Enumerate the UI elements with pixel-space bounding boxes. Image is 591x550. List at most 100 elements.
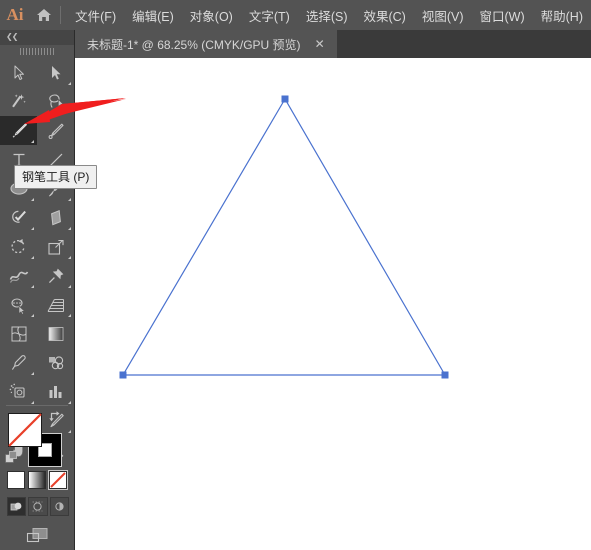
lasso-icon bbox=[49, 94, 65, 109]
perspective-grid-icon bbox=[47, 298, 64, 312]
tool-group-corner-icon bbox=[68, 198, 71, 201]
color-mode-button[interactable] bbox=[7, 471, 25, 489]
anchor-point-bottom-right[interactable] bbox=[441, 371, 449, 379]
anchor-point-top[interactable] bbox=[281, 95, 289, 103]
scale-tool[interactable] bbox=[37, 232, 74, 261]
free-transform-tool[interactable] bbox=[37, 261, 74, 290]
curvature-pen-icon bbox=[48, 123, 64, 139]
collapse-panel-button[interactable]: ❮❮ bbox=[0, 30, 74, 45]
rotate-tool[interactable] bbox=[0, 232, 37, 261]
grip-dots-icon bbox=[20, 48, 54, 55]
illustrator-window: Ai 文件(F) 编辑(E) 对象(O) 文字(T) 选择(S) 效果(C) 视… bbox=[0, 0, 591, 550]
draw-normal-icon bbox=[10, 502, 22, 511]
mesh-icon bbox=[11, 326, 26, 341]
bar-chart-icon bbox=[49, 385, 61, 398]
tool-row bbox=[0, 348, 74, 377]
shape-builder-icon bbox=[10, 298, 25, 315]
selection-tool[interactable] bbox=[0, 58, 37, 87]
shaper-tool[interactable] bbox=[0, 203, 37, 232]
app-logo-text: Ai bbox=[6, 5, 24, 24]
symbol-sprayer-tool[interactable] bbox=[0, 377, 37, 406]
close-icon[interactable]: ✕ bbox=[315, 30, 325, 58]
tool-row bbox=[0, 319, 74, 348]
tool-grid bbox=[0, 58, 74, 464]
tool-tooltip: 钢笔工具 (P) bbox=[14, 165, 98, 189]
tool-row bbox=[0, 203, 74, 232]
menu-object[interactable]: 对象(O) bbox=[182, 0, 241, 30]
tool-group-corner-icon bbox=[31, 140, 34, 143]
eyedropper-tool[interactable] bbox=[0, 348, 37, 377]
menu-edit[interactable]: 编辑(E) bbox=[124, 0, 182, 30]
panel-drag-handle[interactable] bbox=[0, 45, 74, 58]
menu-help[interactable]: 帮助(H) bbox=[533, 0, 591, 30]
menu-view[interactable]: 视图(V) bbox=[414, 0, 472, 30]
tool-row bbox=[0, 87, 74, 116]
perspective-grid-tool[interactable] bbox=[37, 290, 74, 319]
tool-group-corner-icon bbox=[68, 82, 71, 85]
tool-group-corner-icon bbox=[68, 401, 71, 404]
draw-inside-button[interactable] bbox=[49, 497, 69, 516]
scale-icon bbox=[47, 239, 64, 255]
menu-type[interactable]: 文字(T) bbox=[241, 0, 298, 30]
eraser-tool[interactable] bbox=[37, 203, 74, 232]
swap-fill-stroke-icon[interactable] bbox=[48, 409, 62, 423]
menu-item-list: 文件(F) 编辑(E) 对象(O) 文字(T) 选择(S) 效果(C) 视图(V… bbox=[67, 0, 591, 30]
tool-row bbox=[0, 232, 74, 261]
home-button[interactable] bbox=[30, 0, 58, 30]
gradient-tool[interactable] bbox=[37, 319, 74, 348]
divider bbox=[6, 405, 68, 406]
rotate-arrow-icon bbox=[11, 238, 24, 253]
document-canvas[interactable] bbox=[75, 58, 591, 550]
menu-select[interactable]: 选择(S) bbox=[298, 0, 356, 30]
tool-group-corner-icon bbox=[31, 372, 34, 375]
tool-row bbox=[0, 377, 74, 406]
width-squiggle-icon bbox=[9, 271, 28, 283]
tool-group-corner-icon bbox=[31, 227, 34, 230]
paint-mode-row bbox=[7, 470, 69, 491]
anchor-point-bottom-left[interactable] bbox=[119, 371, 127, 379]
document-tab-bar: 未标题-1* @ 68.25% (CMYK/GPU 预览) ✕ bbox=[75, 30, 591, 58]
none-mode-button[interactable] bbox=[48, 470, 68, 490]
screen-mode-icon bbox=[26, 528, 48, 543]
triangle-path[interactable] bbox=[121, 97, 447, 376]
menu-file[interactable]: 文件(F) bbox=[67, 0, 124, 30]
document-tab[interactable]: 未标题-1* @ 68.25% (CMYK/GPU 预览) ✕ bbox=[75, 30, 337, 58]
tool-group-corner-icon bbox=[68, 256, 71, 259]
fill-swatch[interactable] bbox=[8, 413, 42, 447]
tools-panel: ❮❮ 钢笔工具 (P) bbox=[0, 30, 98, 550]
blend-tool[interactable] bbox=[37, 348, 74, 377]
default-fill-stroke-icon[interactable] bbox=[5, 451, 18, 464]
selection-arrow-icon bbox=[14, 65, 24, 80]
double-chevron-left-icon: ❮❮ bbox=[6, 32, 18, 41]
column-graph-tool[interactable] bbox=[37, 377, 74, 406]
menu-window[interactable]: 窗口(W) bbox=[472, 0, 533, 30]
direct-selection-tool[interactable] bbox=[37, 58, 74, 87]
tool-row bbox=[0, 58, 74, 87]
mesh-tool[interactable] bbox=[0, 319, 37, 348]
color-controls bbox=[0, 405, 74, 550]
artwork-layer bbox=[119, 95, 449, 379]
draw-inside-icon bbox=[55, 502, 64, 511]
menu-effect[interactable]: 效果(C) bbox=[355, 0, 413, 30]
shape-builder-tool[interactable] bbox=[0, 290, 37, 319]
change-screen-mode-button[interactable] bbox=[22, 525, 54, 547]
eraser-icon bbox=[50, 209, 61, 225]
none-slash-small-icon bbox=[50, 472, 66, 488]
home-icon bbox=[37, 9, 52, 21]
width-tool[interactable] bbox=[0, 261, 37, 290]
tool-group-corner-icon bbox=[68, 285, 71, 288]
curvature-tool[interactable] bbox=[37, 116, 74, 145]
lasso-tool[interactable] bbox=[37, 87, 74, 116]
magic-wand-tool[interactable] bbox=[0, 87, 37, 116]
tool-row bbox=[0, 261, 74, 290]
pen-tool[interactable] bbox=[0, 116, 37, 145]
menu-divider bbox=[60, 6, 62, 24]
magic-wand-icon bbox=[12, 94, 26, 108]
shaper-icon bbox=[11, 210, 26, 223]
tool-row bbox=[0, 290, 74, 319]
gradient-mode-button[interactable] bbox=[28, 471, 46, 489]
eyedropper-icon bbox=[11, 354, 26, 370]
direct-selection-arrow-icon bbox=[51, 65, 60, 79]
draw-normal-button[interactable] bbox=[7, 497, 27, 516]
draw-behind-button[interactable] bbox=[28, 497, 48, 516]
